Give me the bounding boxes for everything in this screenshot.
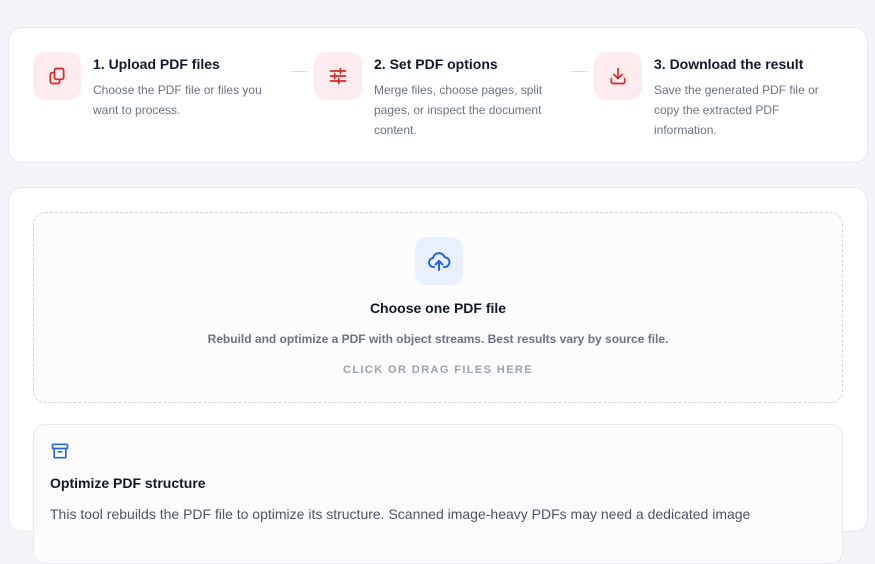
step-title: 2. Set PDF options: [374, 56, 498, 72]
step-description: Save the generated PDF file or copy the …: [654, 83, 819, 137]
info-title: Optimize PDF structure: [50, 475, 206, 491]
step-download: 3. Download the result Save the generate…: [594, 52, 854, 152]
step-upload: 1. Upload PDF files Choose the PDF file …: [33, 52, 293, 152]
dropzone-description: Rebuild and optimize a PDF with object s…: [207, 332, 669, 346]
step-description: Choose the PDF file or files you want to…: [93, 83, 262, 117]
copy-files-icon: [33, 52, 81, 100]
download-icon: [594, 52, 642, 100]
steps-card: 1. Upload PDF files Choose the PDF file …: [8, 27, 868, 163]
dropzone-title: Choose one PDF file: [369, 300, 507, 316]
sliders-icon: [314, 52, 362, 100]
step-title: 1. Upload PDF files: [93, 56, 220, 72]
step-connector: [571, 71, 587, 72]
dropzone-hint: CLICK OR DRAG FILES HERE: [342, 364, 534, 376]
step-options: 2. Set PDF options Merge files, choose p…: [314, 52, 574, 152]
file-dropzone[interactable]: Choose one PDF file Rebuild and optimize…: [33, 212, 843, 403]
main-card: Choose one PDF file Rebuild and optimize…: [8, 187, 868, 564]
step-description: Merge files, choose pages, split pages, …: [374, 83, 543, 137]
step-title: 3. Download the result: [654, 56, 804, 72]
archive-box-icon: [51, 443, 69, 459]
info-box: Optimize PDF structure This tool rebuild…: [33, 424, 843, 564]
info-text: This tool rebuilds the PDF file to optim…: [50, 506, 751, 522]
step-connector: [291, 71, 307, 72]
cloud-upload-icon: [415, 237, 463, 285]
